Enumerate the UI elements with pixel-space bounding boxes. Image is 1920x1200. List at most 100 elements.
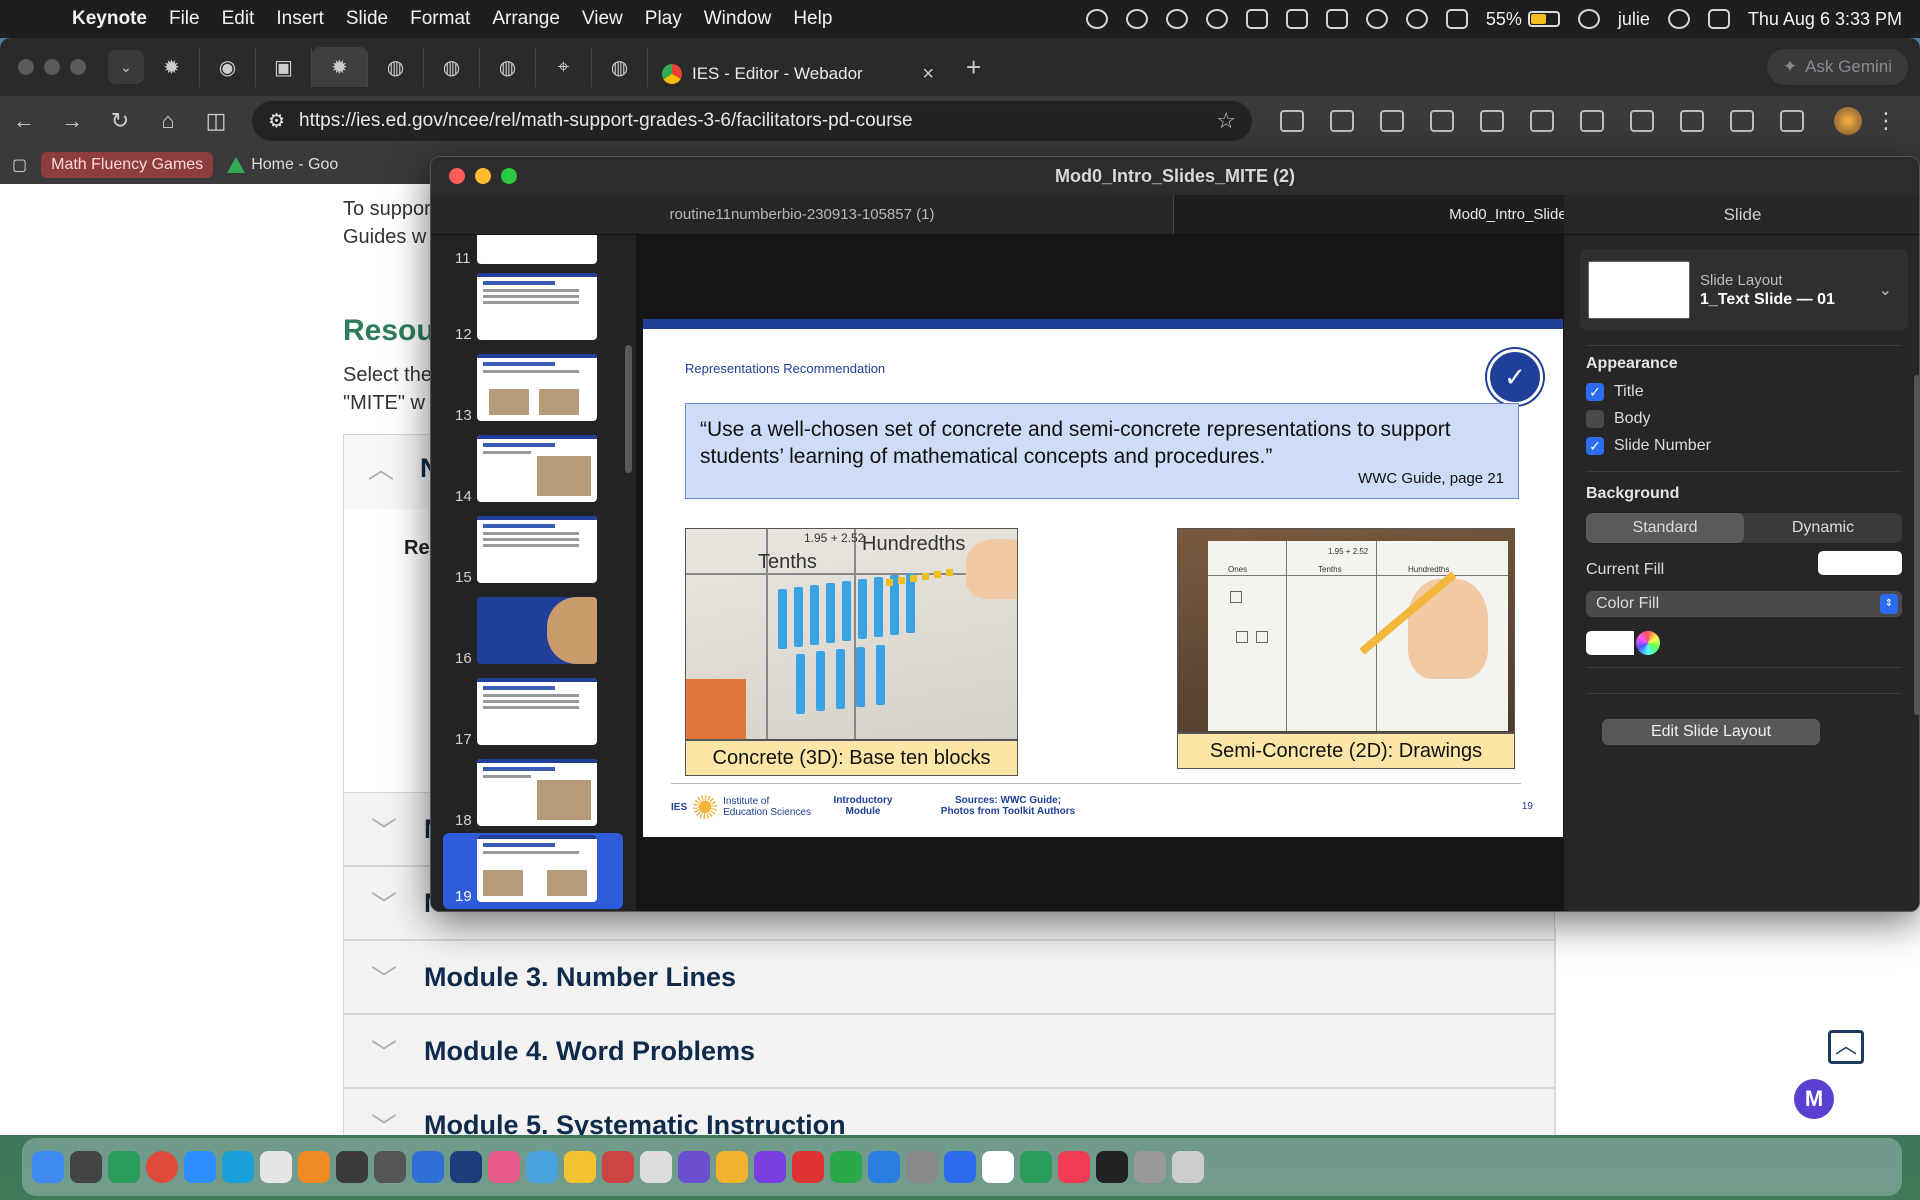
pinned-tab-ies-active[interactable]: ✹ [312,47,368,87]
app-icon[interactable] [222,1151,254,1183]
menu-window[interactable]: Window [693,8,783,30]
app-icon[interactable] [450,1151,482,1183]
play-icon[interactable] [1365,9,1388,29]
activity-icon[interactable] [1285,9,1308,29]
photos-icon[interactable] [564,1151,596,1183]
slide-thumbnail[interactable]: 17 [431,676,636,752]
battery-indicator[interactable]: 55% [1486,9,1560,30]
accordion-module-4[interactable]: ﹀ Module 4. Word Problems [343,1014,1555,1088]
activity-monitor-icon[interactable] [1096,1151,1128,1183]
navigator-scrollbar[interactable] [625,345,632,473]
app-icon[interactable] [1134,1151,1166,1183]
control-center-icon[interactable] [1707,9,1730,29]
airdrop-icon[interactable] [1165,9,1188,29]
checkbox-checked-icon[interactable]: ✓ [1586,383,1604,401]
split-view-icon[interactable]: ◫ [192,108,240,134]
zoom-button[interactable] [70,59,86,75]
pinned-tab-globe-1[interactable]: ◍ [368,47,424,87]
app-icon[interactable] [754,1151,786,1183]
menu-format[interactable]: Format [399,8,481,30]
slide-number-checkbox[interactable]: ✓ Slide Number [1586,437,1711,455]
tab-ies-editor[interactable]: IES - Editor - Webador × [648,52,948,96]
app-icon[interactable] [336,1151,368,1183]
body-checkbox[interactable]: Body [1586,410,1650,428]
slide-thumbnail[interactable]: 18 [431,757,636,833]
performance-icon[interactable] [1780,110,1804,132]
current-fill-swatch[interactable] [1818,551,1902,575]
reading-list-icon[interactable] [1430,110,1454,132]
accordion-module-3[interactable]: ﹀ Module 3. Number Lines [343,940,1555,1014]
globe-icon[interactable] [1085,9,1108,29]
bookmark-math-fluency[interactable]: Math Fluency Games [41,152,214,178]
wifi-icon[interactable] [1405,9,1428,29]
chrome-icon[interactable] [146,1151,178,1183]
bookmark-folder-icon[interactable]: ▢ [12,155,27,175]
slide-layout-picker[interactable]: Slide Layout 1_Text Slide — 01 ⌄ [1580,249,1908,331]
clock[interactable]: Thu Aug 6 3:33 PM [1748,9,1902,30]
more-menu-icon[interactable]: ⋮ [1862,108,1910,134]
pinned-tab-app[interactable]: ▣ [256,47,312,87]
pinned-tab-chrome[interactable]: ◉ [200,47,256,87]
bluetooth-icon[interactable] [1667,9,1690,29]
bookmarks-icon[interactable] [1380,110,1404,132]
pinned-tab-ies[interactable]: ✹ [144,47,200,87]
app-icon[interactable] [640,1151,672,1183]
slide-thumbnail[interactable]: 14 [431,433,636,509]
app-menu[interactable]: Keynote [58,8,158,30]
bookmark-star-icon[interactable]: ☆ [1216,108,1236,134]
back-to-top-button[interactable]: ︿ [1828,1030,1864,1064]
floating-m-button[interactable]: M [1794,1079,1834,1119]
current-slide[interactable]: Representations Recommendation ✓ “Use a … [643,319,1563,837]
app-icon[interactable] [944,1151,976,1183]
table-icon[interactable] [1680,110,1704,132]
app-icon[interactable] [906,1151,938,1183]
app-icon[interactable] [678,1151,710,1183]
slide-thumbnail[interactable]: 11 [431,235,636,271]
zoom-icon[interactable] [184,1151,216,1183]
checkbox-unchecked-icon[interactable] [1586,410,1604,428]
extension-ies-icon[interactable] [1280,110,1304,132]
zoom-button[interactable] [501,168,517,184]
doc-tab-routine[interactable]: routine11numberbio-230913-105857 (1) [431,195,1174,234]
devices-icon[interactable] [1630,110,1654,132]
user-name[interactable]: julie [1618,9,1650,30]
app-icon[interactable] [108,1151,140,1183]
app-icon[interactable] [374,1151,406,1183]
app-icon[interactable] [792,1151,824,1183]
ask-gemini-button[interactable]: ✦ Ask Gemini [1766,49,1908,85]
color-well[interactable] [1586,631,1634,655]
tab-search-button[interactable]: ⌄ [108,50,144,84]
forward-icon[interactable]: → [48,108,96,134]
chevron-up-icon[interactable]: ︿ [368,449,394,486]
profile-avatar[interactable] [1834,107,1862,135]
chevron-down-icon[interactable]: ⌄ [1879,280,1892,300]
bookmark-home[interactable]: Home - Goo [227,156,338,174]
keyboard-icon[interactable] [1445,9,1468,29]
app-icon[interactable] [526,1151,558,1183]
minimize-button[interactable] [44,59,60,75]
safari-icon[interactable] [868,1151,900,1183]
history-icon[interactable] [1480,110,1504,132]
bg-standard-button[interactable]: Standard [1586,513,1744,543]
search-icon[interactable] [1577,9,1600,29]
trash-icon[interactable] [1172,1151,1204,1183]
app-icon[interactable] [70,1151,102,1183]
reload-icon[interactable]: ↻ [96,108,144,134]
reader-icon[interactable] [1730,110,1754,132]
moon-icon[interactable] [1205,9,1228,29]
extensions-puzzle-icon[interactable] [1330,110,1354,132]
app-icon[interactable] [260,1151,292,1183]
music-icon[interactable] [1058,1151,1090,1183]
download-icon[interactable] [1580,110,1604,132]
edit-slide-layout-button[interactable]: Edit Slide Layout [1602,719,1820,745]
minimize-button[interactable] [475,168,491,184]
app-icon[interactable] [716,1151,748,1183]
menu-insert[interactable]: Insert [265,8,335,30]
slide-thumbnail[interactable]: 15 [431,514,636,590]
app-icon[interactable] [488,1151,520,1183]
slide-thumbnail[interactable]: 13 [431,352,636,428]
inspector-scrollbar[interactable] [1914,375,1919,715]
slide-thumbnail[interactable]: 12 [431,271,636,347]
messages-icon[interactable] [1020,1151,1052,1183]
pinned-tab-maps[interactable]: ⌖ [536,47,592,87]
